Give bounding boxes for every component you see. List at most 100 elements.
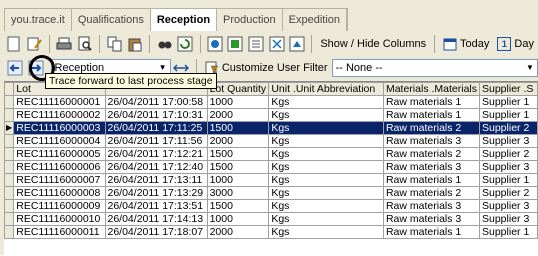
- table-row[interactable]: REC11116000009 26/04/2011 17:13:51 1500 Kgs…: [4, 199, 538, 213]
- table-cell[interactable]: Supplier 1: [479, 108, 538, 122]
- grid-icon[interactable]: [227, 35, 244, 53]
- table-cell[interactable]: 26/04/2011 17:12:21: [104, 147, 208, 161]
- tab-qualifications[interactable]: Qualifications: [72, 9, 151, 31]
- table-cell[interactable]: Supplier 1: [479, 173, 538, 187]
- copy-icon[interactable]: [106, 35, 123, 53]
- table-cell[interactable]: REC11116000008: [13, 186, 106, 200]
- trace-backward-icon[interactable]: [6, 59, 23, 77]
- table-cell[interactable]: 26/04/2011 17:13:51: [104, 199, 208, 213]
- table-cell[interactable]: Raw materials 3: [382, 134, 481, 148]
- table-cell[interactable]: Kgs: [268, 121, 384, 135]
- column-header[interactable]: Unit .Unit Abbreviation: [268, 82, 384, 96]
- table-cell[interactable]: Supplier 2: [479, 147, 538, 161]
- table-cell[interactable]: Raw materials 1: [382, 95, 481, 109]
- table-cell[interactable]: REC11116000001: [13, 95, 106, 109]
- day-button[interactable]: 1 Day: [493, 37, 538, 51]
- table-cell[interactable]: Raw materials 3: [382, 160, 481, 174]
- table-cell[interactable]: 26/04/2011 17:00:58: [104, 95, 208, 109]
- table-row[interactable]: REC11116000005 26/04/2011 17:12:21 1500 Kgs…: [4, 147, 538, 161]
- table-cell[interactable]: REC11116000010: [13, 212, 106, 226]
- find-icon[interactable]: [156, 35, 173, 53]
- table-cell[interactable]: 1000: [206, 212, 270, 226]
- table-cell[interactable]: 1500: [206, 147, 270, 161]
- table-cell[interactable]: Kgs: [268, 212, 384, 226]
- show-hide-columns-button[interactable]: Show / Hide Columns: [316, 38, 430, 50]
- table-cell[interactable]: 26/04/2011 17:13:11: [104, 173, 208, 187]
- table-cell[interactable]: 26/04/2011 17:12:40: [104, 160, 208, 174]
- edit-icon[interactable]: [27, 35, 44, 53]
- tab-production[interactable]: Production: [217, 9, 283, 31]
- table-cell[interactable]: Raw materials 3: [382, 212, 481, 226]
- print-preview-icon[interactable]: [77, 35, 94, 53]
- table-row[interactable]: REC11116000007 26/04/2011 17:13:11 1000 Kgs…: [4, 173, 538, 187]
- table-cell[interactable]: Kgs: [268, 173, 384, 187]
- table-cell[interactable]: 3000: [206, 186, 270, 200]
- table-row[interactable]: REC11116000004 26/04/2011 17:11:56 2000 Kgs…: [4, 134, 538, 148]
- table-cell[interactable]: Supplier 3: [479, 199, 538, 213]
- record-icon[interactable]: [206, 35, 223, 53]
- table-cell[interactable]: 26/04/2011 17:13:29: [104, 186, 208, 200]
- import-icon[interactable]: [289, 35, 306, 53]
- table-cell[interactable]: Raw materials 1: [382, 173, 481, 187]
- table-cell[interactable]: Supplier 3: [479, 160, 538, 174]
- row-indicator[interactable]: [4, 173, 15, 187]
- table-cell[interactable]: Supplier 1: [479, 225, 538, 239]
- table-cell[interactable]: REC11116000002: [13, 108, 106, 122]
- table-cell[interactable]: REC11116000005: [13, 147, 106, 161]
- row-indicator[interactable]: [4, 108, 15, 122]
- table-cell[interactable]: Kgs: [268, 134, 384, 148]
- row-indicator[interactable]: [4, 160, 15, 174]
- table-cell[interactable]: REC11116000011: [13, 225, 106, 239]
- table-cell[interactable]: Kgs: [268, 108, 384, 122]
- table-cell[interactable]: REC11116000003: [13, 121, 106, 135]
- table-cell[interactable]: REC11116000004: [13, 134, 106, 148]
- print-icon[interactable]: [56, 35, 73, 53]
- table-cell[interactable]: Supplier 3: [479, 212, 538, 226]
- table-cell[interactable]: 1500: [206, 160, 270, 174]
- row-indicator[interactable]: [4, 95, 15, 109]
- paste-icon[interactable]: [127, 35, 144, 53]
- table-row[interactable]: REC11116000010 26/04/2011 17:14:13 1000 Kgs…: [4, 212, 538, 226]
- tab-reception[interactable]: Reception: [150, 9, 218, 31]
- table-cell[interactable]: 1500: [206, 199, 270, 213]
- row-indicator[interactable]: [4, 199, 15, 213]
- table-cell[interactable]: Supplier 2: [479, 121, 538, 135]
- table-cell[interactable]: Raw materials 2: [382, 147, 481, 161]
- table-cell[interactable]: Supplier 1: [479, 95, 538, 109]
- tab-expedition[interactable]: Expedition: [283, 9, 348, 31]
- table-cell[interactable]: Kgs: [268, 199, 384, 213]
- table-row[interactable]: ▶ REC11116000003 26/04/2011 17:11:25 1500 Kg…: [4, 121, 538, 135]
- table-cell[interactable]: 2000: [206, 134, 270, 148]
- table-cell[interactable]: 2000: [206, 108, 270, 122]
- table-cell[interactable]: Raw materials 2: [382, 186, 481, 200]
- row-indicator[interactable]: [4, 134, 15, 148]
- table-cell[interactable]: REC11116000007: [13, 173, 106, 187]
- export-icon[interactable]: [268, 35, 285, 53]
- row-indicator[interactable]: [4, 186, 15, 200]
- table-cell[interactable]: Raw materials 1: [382, 108, 481, 122]
- table-row[interactable]: REC11116000001 26/04/2011 17:00:58 1000 Kgs…: [4, 95, 538, 109]
- row-indicator[interactable]: ▶: [4, 121, 15, 135]
- table-cell[interactable]: Kgs: [268, 95, 384, 109]
- columns-icon[interactable]: [248, 35, 265, 53]
- table-cell[interactable]: Kgs: [268, 225, 384, 239]
- table-row[interactable]: REC11116000011 26/04/2011 17:18:07 2000 Kgs…: [4, 225, 538, 239]
- table-row[interactable]: REC11116000006 26/04/2011 17:12:40 1500 Kgs…: [4, 160, 538, 174]
- table-cell[interactable]: 1000: [206, 95, 270, 109]
- table-cell[interactable]: Raw materials 2: [382, 121, 481, 135]
- user-filter-select[interactable]: -- None -- ▼: [331, 59, 538, 77]
- row-indicator[interactable]: [4, 147, 15, 161]
- table-cell[interactable]: 1000: [206, 173, 270, 187]
- row-indicator[interactable]: [4, 225, 15, 239]
- tab-you-trace-it[interactable]: you.trace.it: [5, 9, 72, 31]
- table-cell[interactable]: 26/04/2011 17:18:07: [104, 225, 208, 239]
- table-cell[interactable]: Supplier 3: [479, 134, 538, 148]
- table-cell[interactable]: Supplier 2: [479, 186, 538, 200]
- table-cell[interactable]: REC11116000009: [13, 199, 106, 213]
- table-cell[interactable]: 26/04/2011 17:10:31: [104, 108, 208, 122]
- table-cell[interactable]: 26/04/2011 17:14:13: [104, 212, 208, 226]
- table-cell[interactable]: 26/04/2011 17:11:56: [104, 134, 208, 148]
- today-button[interactable]: Today: [439, 37, 493, 51]
- table-cell[interactable]: 26/04/2011 17:11:25: [104, 121, 208, 135]
- refresh-icon[interactable]: [177, 35, 194, 53]
